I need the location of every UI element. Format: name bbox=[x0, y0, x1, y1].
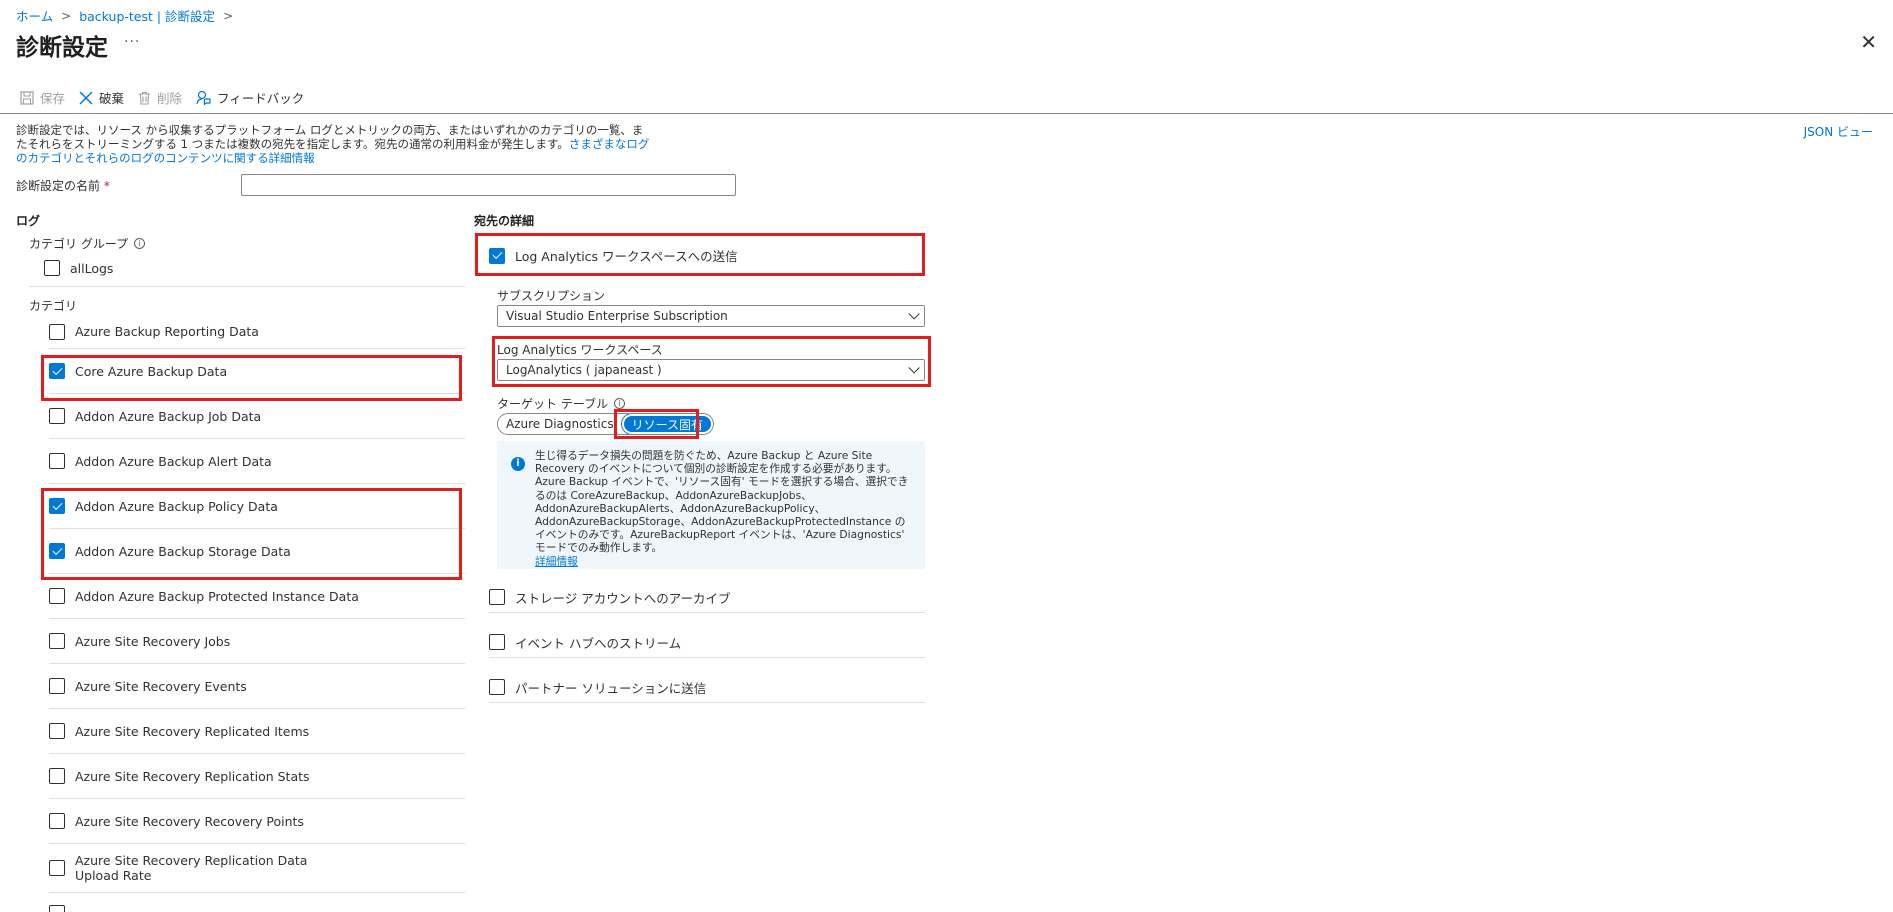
category-item[interactable]: Azure Site Recovery Events bbox=[49, 664, 465, 708]
breadcrumb-home[interactable]: ホーム bbox=[16, 6, 53, 25]
chevron-right-icon: > bbox=[223, 8, 234, 23]
divider bbox=[489, 612, 925, 613]
save-icon bbox=[20, 90, 34, 105]
category-label-text: Azure Site Recovery Recovery Points bbox=[75, 813, 304, 829]
feedback-icon bbox=[196, 90, 211, 105]
delete-button[interactable]: 削除 bbox=[138, 88, 182, 107]
category-label-text: Azure Site Recovery Jobs bbox=[75, 633, 231, 649]
description: 診断設定では、リソース から収集するプラットフォーム ログとメトリックの両方、ま… bbox=[16, 123, 652, 165]
breadcrumb-resource[interactable]: backup-test | 診断設定 bbox=[79, 6, 215, 25]
checkbox[interactable] bbox=[49, 860, 65, 876]
checkbox-label: allLogs bbox=[70, 260, 114, 276]
toolbar-divider bbox=[0, 113, 1893, 114]
category-label-text: Azure Backup Reporting Data bbox=[75, 324, 259, 339]
discard-label: 破棄 bbox=[99, 91, 125, 106]
required-marker: * bbox=[103, 179, 110, 193]
checkbox[interactable] bbox=[49, 905, 65, 912]
name-field-label: 診断設定の名前 * bbox=[16, 179, 110, 193]
category-label-text: Azure Site Recovery Replicated Items bbox=[75, 723, 310, 739]
checkbox[interactable] bbox=[49, 323, 65, 340]
info-message: i 生じ得るデータ損失の問題を防ぐため、Azure Backup と Azure… bbox=[497, 441, 925, 569]
highlight-box bbox=[475, 233, 925, 276]
checkbox[interactable] bbox=[49, 768, 65, 784]
page-title: 診断設定 bbox=[16, 35, 108, 61]
delete-label: 削除 bbox=[157, 91, 183, 106]
close-icon[interactable]: ✕ bbox=[1860, 30, 1877, 54]
save-label: 保存 bbox=[40, 91, 66, 106]
highlight-box bbox=[614, 409, 699, 439]
category-item[interactable]: Azure Site Recovery Replication Stats bbox=[49, 754, 465, 798]
checkbox[interactable] bbox=[489, 634, 505, 650]
highlight-box bbox=[41, 488, 462, 580]
checkbox-storage-archive[interactable]: ストレージ アカウントへのアーカイブ bbox=[489, 582, 925, 612]
info-icon[interactable]: i bbox=[134, 238, 146, 249]
checkbox-alllogs[interactable]: allLogs bbox=[44, 260, 113, 276]
category-item[interactable]: Azure Site Recovery Replication Data Upl… bbox=[49, 844, 465, 892]
divider bbox=[29, 286, 465, 287]
json-view-link[interactable]: JSON ビュー bbox=[1804, 123, 1873, 140]
category-label: カテゴリ bbox=[29, 299, 78, 313]
info-learn-more-link[interactable]: 詳細情報 bbox=[535, 555, 578, 568]
description-text: 診断設定では、リソース から収集するプラットフォーム ログとメトリックの両方、ま… bbox=[16, 123, 644, 151]
category-item[interactable]: Addon Azure Backup Alert Data bbox=[49, 439, 465, 483]
subscription-value: Visual Studio Enterprise Subscription bbox=[506, 309, 728, 323]
category-item[interactable]: Azure Backup Reporting Data bbox=[49, 315, 465, 348]
subscription-dropdown[interactable]: Visual Studio Enterprise Subscription bbox=[497, 305, 925, 327]
info-message-text: 生じ得るデータ損失の問題を防ぐため、Azure Backup と Azure S… bbox=[535, 449, 909, 555]
category-item[interactable]: Azure Site Recovery Recovery Points bbox=[49, 799, 465, 843]
category-label-text: Addon Azure Backup Alert Data bbox=[75, 453, 272, 469]
target-table-option-azure-diagnostics[interactable]: Azure Diagnostics bbox=[498, 414, 622, 434]
command-bar: 保存 破棄 削除 フィードバック bbox=[20, 88, 304, 107]
trash-icon bbox=[139, 91, 151, 105]
checkbox[interactable] bbox=[49, 453, 65, 469]
logs-header: ログ bbox=[16, 214, 41, 228]
category-item[interactable]: Azure Site Recovery Replicated Items bbox=[49, 709, 465, 753]
chevron-right-icon: > bbox=[61, 8, 72, 23]
checkbox-label: パートナー ソリューションに送信 bbox=[515, 680, 707, 696]
subscription-label: サブスクリプション bbox=[497, 289, 606, 303]
feedback-label: フィードバック bbox=[217, 91, 305, 106]
checkbox-label: ストレージ アカウントへのアーカイブ bbox=[515, 590, 731, 606]
diagnostic-setting-name-input[interactable] bbox=[241, 174, 736, 196]
checkbox[interactable] bbox=[49, 588, 65, 604]
feedback-button[interactable]: フィードバック bbox=[196, 88, 304, 107]
category-label-text: Azure Site Recovery Replication Data Upl… bbox=[75, 853, 308, 883]
checkbox[interactable] bbox=[489, 679, 505, 695]
checkbox[interactable] bbox=[489, 589, 505, 605]
category-label-text: Addon Azure Backup Protected Instance Da… bbox=[75, 588, 359, 604]
divider bbox=[489, 657, 925, 658]
highlight-box bbox=[41, 355, 462, 401]
category-label-text: Addon Azure Backup Job Data bbox=[75, 408, 262, 424]
save-button[interactable]: 保存 bbox=[20, 88, 65, 107]
category-item[interactable]: Azure Site Recovery Jobs bbox=[49, 619, 465, 663]
category-list: Azure Backup Reporting Data Core Azure B… bbox=[49, 315, 465, 893]
checkbox[interactable] bbox=[49, 723, 65, 739]
checkbox-label: イベント ハブへのストリーム bbox=[515, 635, 682, 651]
chevron-down-icon bbox=[908, 308, 920, 320]
category-group-label: カテゴリ グループ i bbox=[29, 235, 146, 252]
category-label-text: Azure Site Recovery Events bbox=[75, 678, 247, 694]
info-icon: i bbox=[511, 457, 525, 471]
checkbox[interactable] bbox=[49, 633, 65, 649]
destination-header: 宛先の詳細 bbox=[474, 214, 535, 228]
checkbox[interactable] bbox=[44, 260, 60, 276]
divider bbox=[49, 892, 465, 893]
close-icon bbox=[79, 90, 93, 105]
checkbox[interactable] bbox=[49, 813, 65, 829]
checkbox-partner-solution[interactable]: パートナー ソリューションに送信 bbox=[489, 672, 925, 702]
info-icon[interactable]: i bbox=[614, 398, 626, 409]
more-icon[interactable]: ··· bbox=[124, 34, 140, 50]
checkbox[interactable] bbox=[49, 678, 65, 694]
discard-button[interactable]: 破棄 bbox=[79, 88, 124, 107]
category-label-text: Azure Site Recovery Replication Stats bbox=[75, 768, 310, 784]
breadcrumb: ホーム > backup-test | 診断設定 > bbox=[16, 6, 233, 25]
highlight-box bbox=[492, 336, 931, 387]
divider bbox=[489, 702, 925, 703]
checkbox[interactable] bbox=[49, 408, 65, 424]
other-destinations: ストレージ アカウントへのアーカイブ イベント ハブへのストリーム パートナー … bbox=[489, 582, 925, 703]
target-table-label: ターゲット テーブル i bbox=[497, 395, 626, 412]
category-item[interactable]: Addon Azure Backup Protected Instance Da… bbox=[49, 574, 465, 618]
checkbox-event-hub[interactable]: イベント ハブへのストリーム bbox=[489, 627, 925, 657]
